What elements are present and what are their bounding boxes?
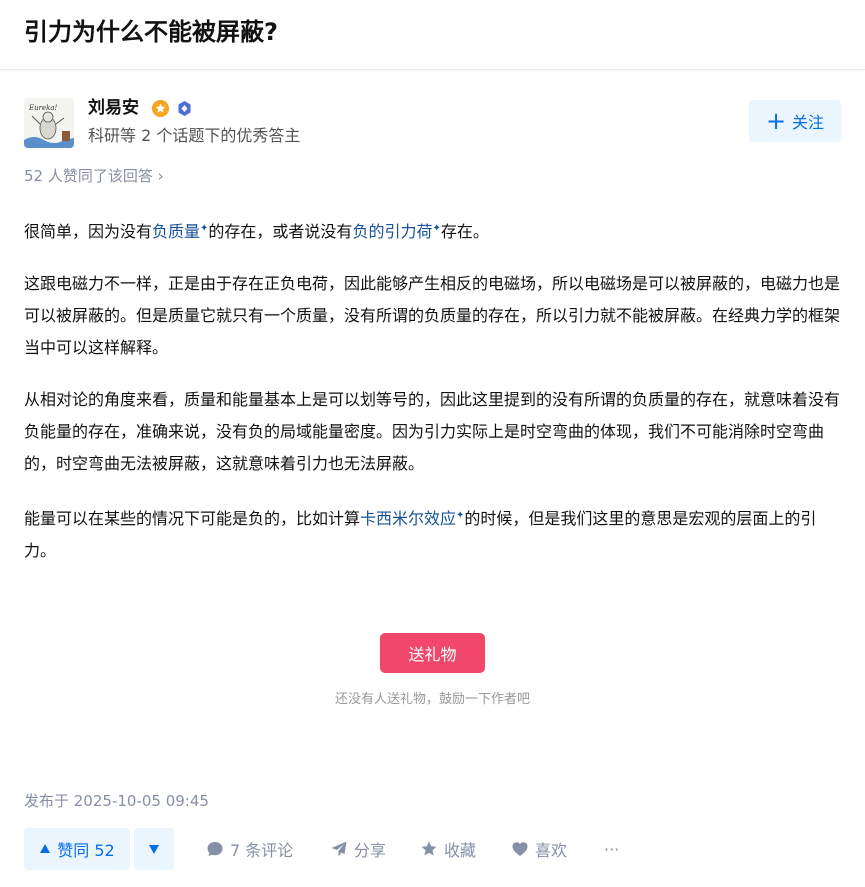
follow-button[interactable]: + 关注 xyxy=(749,100,841,142)
excellent-answerer-badge-icon[interactable] xyxy=(152,100,169,117)
paragraph-1: 很简单，因为没有负质量✦的存在，或者说没有负的引力荷✦存在。 xyxy=(24,222,489,241)
sparkle-icon: ✦ xyxy=(432,223,441,234)
answer-content: 很简单，因为没有负质量✦的存在，或者说没有负的引力荷✦存在。 这跟电磁力不一样，… xyxy=(24,213,841,587)
vote-up-label: 赞同 52 xyxy=(57,841,115,860)
heart-icon xyxy=(512,842,528,856)
star-icon xyxy=(421,841,437,856)
question-header: 引力为什么不能被屏蔽? xyxy=(0,0,865,70)
comment-icon xyxy=(207,842,223,856)
paper-plane-icon xyxy=(331,841,347,857)
triangle-down-icon xyxy=(149,845,159,854)
author-description: 科研等 2 个话题下的优秀答主 xyxy=(88,126,301,145)
voters-text: 52 人赞同了该回答 xyxy=(24,167,153,185)
send-gift-button[interactable]: 送礼物 xyxy=(380,633,485,673)
triangle-up-icon xyxy=(40,844,51,853)
question-title[interactable]: 引力为什么不能被屏蔽? xyxy=(24,14,278,50)
share-label: 分享 xyxy=(354,841,387,860)
gift-hint: 还没有人送礼物，鼓励一下作者吧 xyxy=(334,692,530,707)
share-button[interactable]: 分享 xyxy=(330,828,386,870)
paragraph-4: 能量可以在某些的情况下可能是负的，比如计算卡西米尔效应✦的时候，但是我们这里的意… xyxy=(24,509,817,560)
comments-button[interactable]: 7 条评论 xyxy=(206,828,293,870)
like-label: 喜欢 xyxy=(535,841,568,860)
avatar-text: Eureka! xyxy=(28,104,58,112)
verified-badge-icon[interactable] xyxy=(176,100,193,117)
more-button[interactable]: ··· xyxy=(604,828,619,870)
avatar[interactable]: Eureka! xyxy=(24,98,74,148)
paragraph-3: 从相对论的角度来看，质量和能量基本上是可以划等号的，因此这里提到的没有所谓的负质… xyxy=(24,390,841,473)
publish-time[interactable]: 发布于 2025-10-05 09:45 xyxy=(24,789,209,813)
more-icon: ··· xyxy=(604,839,620,859)
vote-down-button[interactable] xyxy=(134,828,174,870)
avatar-image: Eureka! xyxy=(24,98,74,148)
paragraph-2: 这跟电磁力不一样，正是由于存在正负电荷，因此能够产生相反的电磁场，所以电磁场是可… xyxy=(24,274,841,357)
like-button[interactable]: 喜欢 xyxy=(511,828,567,870)
negative-mass-link[interactable]: 负质量 xyxy=(152,222,200,241)
chevron-right-icon: › xyxy=(157,167,164,185)
collect-button[interactable]: 收藏 xyxy=(420,828,476,870)
author-info: Eureka! 刘易安 科研等 2 个话题下的优秀答主 + 关注 xyxy=(24,96,841,152)
author-name[interactable]: 刘易安 xyxy=(88,96,139,120)
casimir-effect-link[interactable]: 卡西米尔效应 xyxy=(360,509,456,528)
action-bar: 赞同 52 7 条评论 分享 收藏 喜欢 ··· xyxy=(24,828,841,870)
comments-label: 7 条评论 xyxy=(230,841,294,860)
follow-label: 关注 xyxy=(792,113,825,132)
collect-label: 收藏 xyxy=(444,841,477,860)
voters-link[interactable]: 52 人赞同了该回答 › xyxy=(24,164,164,188)
plus-icon: + xyxy=(765,107,787,135)
negative-gravitational-charge-link[interactable]: 负的引力荷 xyxy=(352,222,432,241)
vote-up-button[interactable]: 赞同 52 xyxy=(24,828,130,870)
